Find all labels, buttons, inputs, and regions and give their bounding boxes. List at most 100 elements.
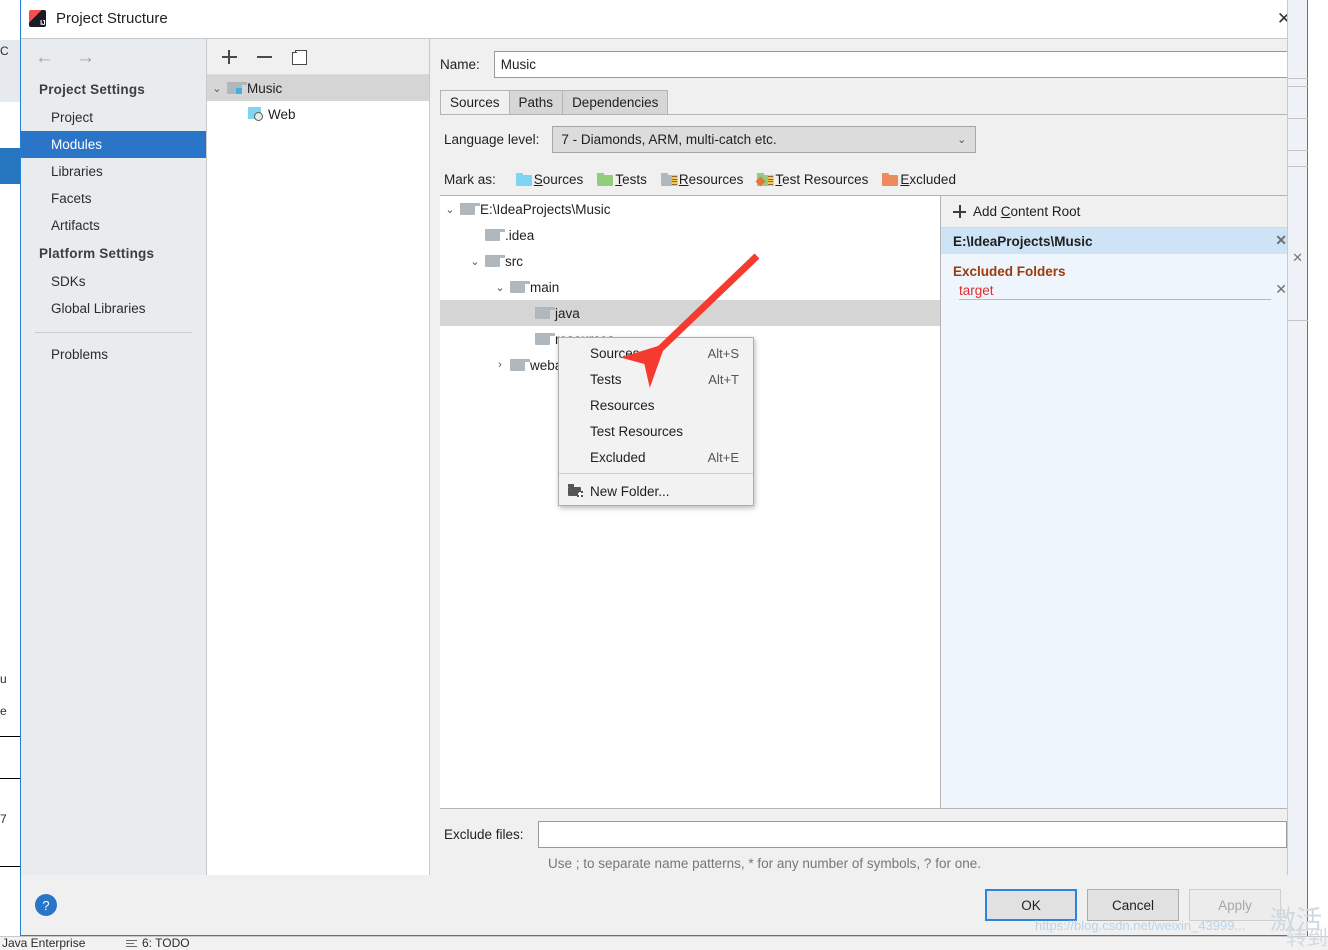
module-editor-panel: Name: Sources Paths Dependencies Languag…: [430, 39, 1307, 875]
status-java-enterprise[interactable]: Java Enterprise: [2, 937, 85, 950]
sidebar-item-modules[interactable]: Modules: [21, 131, 206, 158]
excluded-folder-item-target[interactable]: target ✕: [941, 281, 1297, 302]
tree-row-idea[interactable]: .idea: [440, 222, 940, 248]
help-button[interactable]: ?: [35, 894, 57, 916]
background-edge-char-3: 7: [0, 812, 7, 826]
excluded-folder-icon: [882, 172, 899, 186]
context-menu-label-tests: Tests: [590, 371, 622, 387]
sidebar-group-project-settings: Project Settings: [39, 82, 145, 97]
context-menu-item-tests[interactable]: Tests Alt+T: [559, 366, 753, 392]
background-close-icon[interactable]: ✕: [1292, 250, 1303, 266]
content-roots-panel: Add Content Root E:\IdeaProjects\Music ✕…: [941, 196, 1297, 809]
context-menu-item-resources[interactable]: Resources: [559, 392, 753, 418]
sidebar-divider: [35, 332, 192, 333]
plus-icon: [953, 205, 966, 218]
remove-module-icon[interactable]: [256, 48, 274, 66]
add-content-root-button[interactable]: Add Content Root: [941, 196, 1297, 228]
sidebar-item-artifacts[interactable]: Artifacts: [21, 212, 206, 239]
context-menu-label-test-resources: Test Resources: [590, 423, 684, 439]
exclude-files-input[interactable]: [537, 821, 1287, 849]
module-tree-row-web[interactable]: Web: [207, 101, 429, 127]
dialog-title-bar: IJ Project Structure ✕: [21, 0, 1307, 38]
tab-sources[interactable]: Sources: [440, 90, 510, 114]
back-arrow-icon[interactable]: ←: [35, 48, 54, 67]
sidebar-item-problems[interactable]: Problems: [21, 341, 206, 368]
tab-dependencies[interactable]: Dependencies: [562, 90, 669, 114]
background-right-edge: ✕: [1287, 0, 1308, 936]
context-menu-item-test-resources[interactable]: Test Resources: [559, 418, 753, 444]
project-structure-dialog: IJ Project Structure ✕ ← → Project Setti…: [20, 0, 1308, 936]
module-name-input[interactable]: [493, 50, 1295, 78]
module-name-row: Name:: [430, 39, 1307, 89]
module-tabs: Sources Paths Dependencies: [430, 89, 1307, 114]
sidebar-item-project[interactable]: Project: [21, 104, 206, 131]
tree-label-idea: .idea: [505, 227, 535, 243]
exclude-files-hint: Use ; to separate name patterns, * for a…: [548, 856, 981, 872]
remove-content-root-icon[interactable]: ✕: [1275, 233, 1287, 247]
folder-icon: [460, 203, 480, 215]
chevron-down-icon[interactable]: ⌄: [440, 203, 460, 216]
page-title: Project Structure: [56, 10, 168, 27]
cancel-button[interactable]: Cancel: [1087, 889, 1179, 921]
new-folder-icon: [568, 484, 583, 497]
content-root-header[interactable]: E:\IdeaProjects\Music ✕: [941, 228, 1297, 254]
mark-as-test-resources-button[interactable]: Test Resources: [755, 172, 868, 187]
watermark-url: https://blog.csdn.net/weixin_43999...: [1035, 918, 1246, 933]
sidebar-group-platform-settings: Platform Settings: [39, 246, 155, 261]
modules-list-panel: ⌄ Music Web: [207, 39, 430, 875]
module-label-music: Music: [247, 80, 283, 96]
settings-sidebar: ← → Project Settings Project Modules Lib…: [21, 39, 207, 875]
mark-as-tests-button[interactable]: Tests: [597, 172, 647, 187]
context-menu-divider: [559, 473, 753, 474]
tests-folder-icon: [597, 172, 614, 186]
chevron-right-icon[interactable]: ›: [490, 359, 510, 371]
chevron-down-icon: ⌄: [957, 133, 967, 146]
exclude-files-label: Exclude files:: [444, 827, 524, 843]
add-module-icon[interactable]: [221, 48, 239, 66]
language-level-value: 7 - Diamonds, ARM, multi-catch etc.: [561, 131, 777, 147]
folder-icon: [535, 307, 555, 319]
sidebar-item-facets[interactable]: Facets: [21, 185, 206, 212]
chevron-down-icon[interactable]: ⌄: [490, 281, 510, 294]
chevron-down-icon[interactable]: ⌄: [207, 82, 227, 95]
mark-as-sources-button[interactable]: Sources: [515, 172, 583, 187]
resources-folder-icon: [660, 172, 678, 186]
remove-excluded-folder-icon[interactable]: ✕: [1275, 282, 1287, 296]
sidebar-item-global-libraries[interactable]: Global Libraries: [21, 295, 206, 322]
tree-label-src: src: [505, 253, 523, 269]
mark-as-label: Mark as:: [444, 171, 496, 187]
tree-row-java[interactable]: java: [440, 300, 940, 326]
test-resources-folder-icon: [755, 172, 775, 186]
context-menu-shortcut-sources: Alt+S: [707, 345, 739, 361]
context-menu-item-excluded[interactable]: Excluded Alt+E: [559, 444, 753, 470]
language-level-label: Language level:: [444, 131, 540, 147]
mark-as-resources-button[interactable]: Resources: [660, 172, 743, 187]
dialog-action-buttons: OK Cancel Apply: [985, 889, 1281, 921]
tree-label-java: java: [555, 305, 580, 321]
excluded-folder-name: target: [959, 283, 994, 298]
tree-row-content-root[interactable]: ⌄ E:\IdeaProjects\Music: [440, 196, 940, 222]
sidebar-item-sdks[interactable]: SDKs: [21, 268, 206, 295]
context-menu-shortcut-excluded: Alt+E: [707, 449, 739, 465]
modules-toolbar: [207, 39, 429, 75]
excluded-folders-label: Excluded Folders: [953, 264, 1066, 279]
ok-button[interactable]: OK: [985, 889, 1077, 921]
tab-paths[interactable]: Paths: [508, 90, 564, 114]
forward-arrow-icon[interactable]: →: [76, 48, 95, 67]
copy-module-icon[interactable]: [291, 48, 309, 66]
sidebar-item-libraries[interactable]: Libraries: [21, 158, 206, 185]
module-tree-row-music[interactable]: ⌄ Music: [207, 75, 429, 101]
status-todo[interactable]: 6: TODO: [142, 937, 190, 950]
language-level-select[interactable]: 7 - Diamonds, ARM, multi-catch etc. ⌄: [552, 125, 977, 153]
mark-as-excluded-button[interactable]: Excluded: [882, 172, 956, 187]
context-menu-item-sources[interactable]: Sources Alt+S: [559, 340, 753, 366]
module-folder-icon: [227, 82, 247, 94]
tree-row-src[interactable]: ⌄ src: [440, 248, 940, 274]
tree-row-main[interactable]: ⌄ main: [440, 274, 940, 300]
content-root-path: E:\IdeaProjects\Music: [953, 233, 1093, 249]
chevron-down-icon[interactable]: ⌄: [465, 255, 485, 268]
web-facet-icon: [248, 107, 263, 121]
context-menu-item-new-folder[interactable]: New Folder...: [559, 477, 753, 505]
intellij-idea-icon: IJ: [29, 10, 46, 27]
background-edge-char-1: u: [0, 672, 7, 686]
